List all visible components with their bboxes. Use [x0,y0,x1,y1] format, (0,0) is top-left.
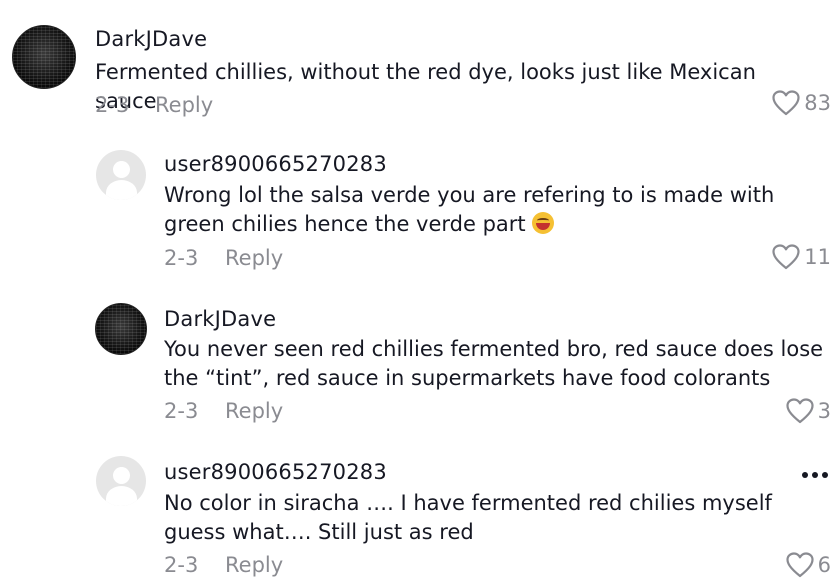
heart-icon [786,398,814,424]
reply-button[interactable]: Reply [155,93,213,117]
like-count: 83 [804,91,831,115]
laughing-emoji-icon [531,212,554,234]
comment-username[interactable]: DarkJDave [164,307,276,331]
comment-date: 2-3 [164,246,199,270]
default-user-icon [112,161,130,178]
reply-item: user8900665270283 Wrong lol the salsa ve… [0,140,833,290]
heart-icon [786,552,814,578]
comment-date: 2-3 [164,399,199,423]
like-button[interactable]: 11 [772,244,831,270]
comment-username[interactable]: user8900665270283 [164,152,387,176]
comment-username[interactable]: user8900665270283 [164,460,387,484]
comment-text: Wrong lol the salsa verde you are referi… [164,181,824,239]
comment-item: DarkJDave Fermented chillies, without th… [0,0,833,130]
avatar[interactable] [96,456,146,506]
avatar[interactable] [95,303,147,355]
comment-username[interactable]: DarkJDave [95,27,207,51]
default-user-icon [112,467,130,484]
reply-button[interactable]: Reply [225,553,283,577]
comment-date: 2-3 [95,93,130,117]
comment-text-content: Wrong lol the salsa verde you are referi… [164,183,775,236]
like-count: 6 [817,553,831,577]
reply-item: DarkJDave You never seen red chillies fe… [0,295,833,445]
comment-text: You never seen red chillies fermented br… [164,337,824,390]
avatar[interactable] [96,150,146,200]
avatar[interactable] [12,25,76,89]
reply-button[interactable]: Reply [225,246,283,270]
heart-icon [772,244,800,270]
reply-item: user8900665270283 No color in siracha ….… [0,448,833,587]
like-button[interactable]: 83 [772,90,831,116]
like-count: 11 [804,245,831,269]
more-options-icon[interactable] [802,472,828,478]
like-button[interactable]: 6 [786,552,831,578]
comment-date: 2-3 [164,553,199,577]
reply-button[interactable]: Reply [225,399,283,423]
like-button[interactable]: 3 [786,398,831,424]
like-count: 3 [817,399,831,423]
comment-text: No color in siracha …. I have fermented … [164,491,772,544]
heart-icon [772,90,800,116]
